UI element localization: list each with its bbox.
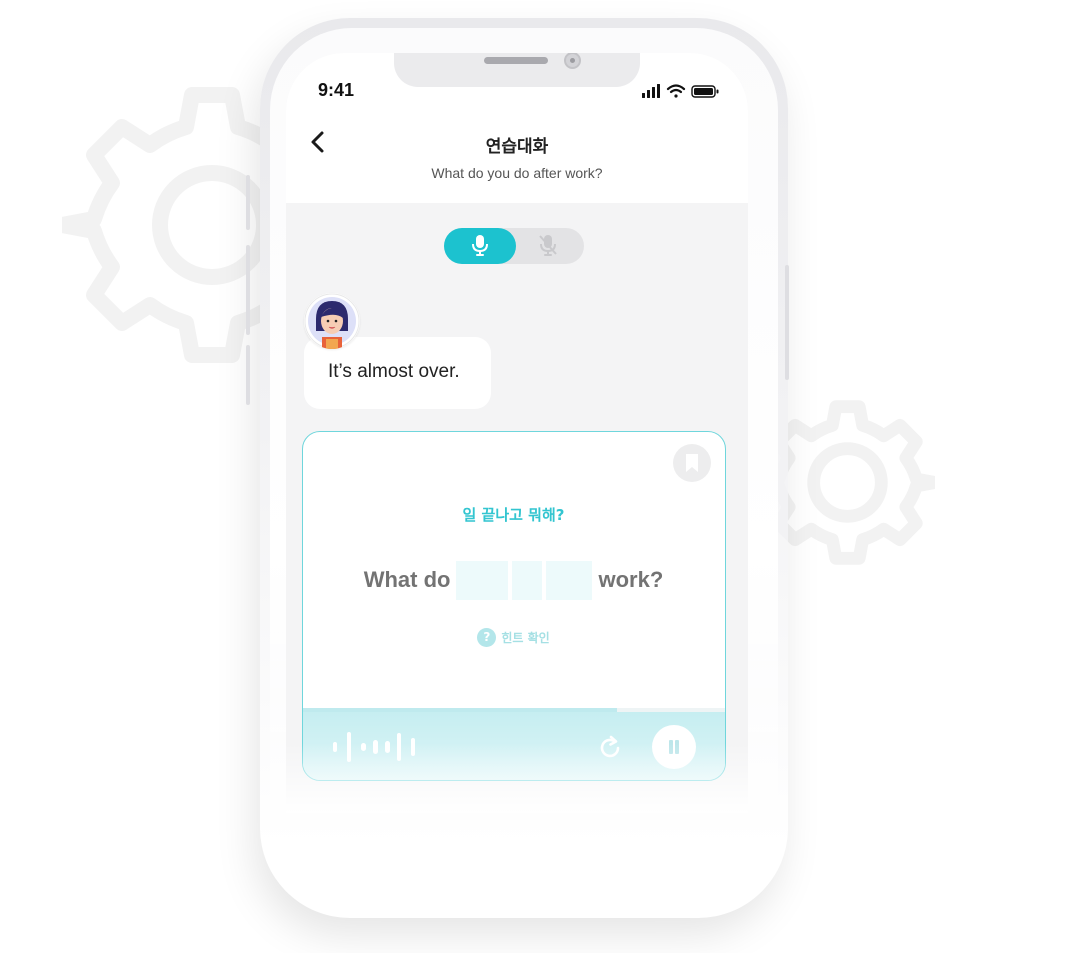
notch: [394, 53, 640, 87]
status-time: 9:41: [318, 80, 355, 100]
wifi-icon: [666, 84, 686, 98]
mute-switch: [246, 175, 250, 230]
recorder-bar: [303, 712, 725, 780]
teacher-avatar: [304, 293, 360, 349]
camera-icon: [564, 53, 581, 69]
answer-blank[interactable]: [546, 560, 593, 600]
signal-icon: [642, 84, 660, 98]
quiz-translation: 일 끝나고 뭐해?: [462, 506, 565, 524]
question-icon: ?: [477, 628, 497, 647]
retry-icon[interactable]: [596, 734, 624, 762]
pause-button[interactable]: [652, 725, 696, 769]
volume-down-button: [246, 345, 250, 405]
status-icons: [642, 84, 719, 98]
chat-message: It’s almost over.: [328, 361, 460, 382]
sentence-prefix: What do: [363, 567, 451, 592]
answer-blank[interactable]: [456, 560, 509, 600]
quiz-card: 일 끝나고 뭐해? What do work? ? 힌트 확인: [302, 431, 726, 781]
hint-label: 힌트 확인: [501, 631, 550, 645]
page-subtitle: What do you do after work?: [431, 165, 603, 181]
microphone-off-icon: [539, 235, 557, 256]
avatar-illustration: [304, 293, 360, 349]
page-title: 연습대화: [485, 137, 549, 157]
phone-screen: 9:41 연습대화 What do you do after work? It’…: [286, 53, 748, 813]
app-header: 9:41 연습대화 What do you do after work?: [286, 53, 748, 203]
battery-icon: [691, 85, 719, 98]
waveform-icon: [333, 732, 415, 762]
sentence-suffix: work?: [598, 567, 664, 592]
power-button: [785, 265, 789, 380]
mic-toggle[interactable]: [444, 228, 584, 264]
quiz-sentence: What do work?: [303, 560, 724, 600]
mic-on-option[interactable]: [444, 228, 516, 264]
volume-up-button: [246, 245, 250, 335]
hint-button[interactable]: ? 힌트 확인: [303, 628, 724, 647]
speaker-grille: [484, 57, 548, 64]
microphone-icon: [472, 235, 488, 256]
bookmark-button[interactable]: [673, 444, 711, 482]
answer-blank[interactable]: [512, 560, 543, 600]
stage: 9:41 연습대화 What do you do after work? It’…: [0, 0, 1080, 953]
bookmark-icon: [686, 454, 698, 472]
